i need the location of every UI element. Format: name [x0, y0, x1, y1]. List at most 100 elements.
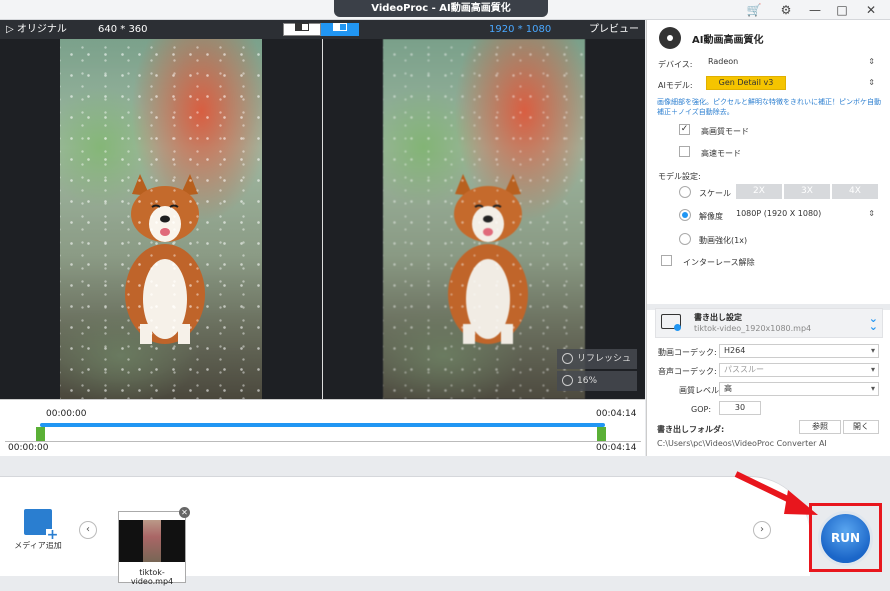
video-codec-select[interactable]: H264 ▾: [719, 344, 879, 358]
resolution-label: 解像度: [699, 212, 723, 221]
chevron-down-icon: ▾: [870, 384, 875, 393]
single-view-icon: [295, 23, 309, 31]
video-preview: リフレッシュ 16%: [0, 39, 645, 399]
deinterlace-label: インターレース解除: [683, 258, 755, 267]
media-list: メディア追加 ‹ ✕ tiktok-video.mp4 ›: [0, 476, 810, 586]
interp-label: 動画強化(1x): [699, 236, 748, 245]
gear-icon[interactable]: ⚙: [773, 0, 799, 20]
output-folder-path: C:\Users\pc\Videos\VideoProc Converter A…: [657, 439, 827, 448]
video-codec-label: 動画コーデック:: [658, 348, 717, 357]
maximize-icon[interactable]: □: [829, 0, 855, 20]
model-description: 画像細部を強化。ピクセルと鮮明な特徴をきれいに補正！ピンボケ自動補正＋ノイズ自動…: [657, 98, 881, 116]
zoom-button[interactable]: 16%: [557, 371, 637, 391]
close-icon[interactable]: ✕: [858, 0, 884, 20]
chevron-updown-icon: ⇕: [868, 57, 875, 66]
output-resolution: 1920 * 1080: [489, 24, 552, 35]
window-title: VideoProc - AI動画高画質化: [334, 0, 548, 17]
title-bar: VideoProc - AI動画高画質化 🛒 ⚙ — □ ✕: [0, 0, 890, 20]
preview-header: ▷ オリジナル 640 * 360 1920 * 1080 プレビュー ◁: [0, 20, 645, 54]
interp-radio[interactable]: [679, 233, 691, 245]
trim-start-time: 00:00:00: [46, 409, 87, 419]
device-value: Radeon: [708, 57, 739, 66]
trim-end-handle[interactable]: [597, 427, 606, 441]
hq-mode-checkbox[interactable]: ✓: [679, 124, 690, 135]
ai-model-select[interactable]: Gen Detail v3: [706, 76, 786, 90]
trim-end-time: 00:04:14: [596, 409, 637, 419]
ai-model-dropdown[interactable]: ⇕: [863, 76, 879, 90]
run-button[interactable]: RUN: [818, 511, 873, 566]
resolution-select[interactable]: 1080P (1920 X 1080) ⇕: [731, 207, 879, 221]
chevron-down-icon: ▾: [870, 365, 875, 374]
audio-codec-value: パススルー: [724, 365, 764, 374]
zoom-label: 16%: [577, 376, 598, 386]
ai-model-label: AIモデル:: [658, 81, 693, 90]
run-highlight-box: RUN: [809, 503, 882, 572]
enhanced-frame: [383, 39, 585, 399]
scale-radio[interactable]: [679, 186, 691, 198]
original-resolution: 640 * 360: [98, 24, 148, 35]
export-settings-header[interactable]: 書き出し設定 tiktok-video_1920x1080.mp4 ⌄ ⌄: [655, 308, 883, 338]
scale-4x-button[interactable]: 4X: [832, 184, 878, 199]
open-folder-button[interactable]: 開く: [843, 420, 879, 434]
quality-value: 高: [724, 384, 732, 393]
timeline-ruler: [5, 441, 641, 442]
gop-input[interactable]: 30: [719, 401, 761, 415]
remove-media-icon[interactable]: ✕: [179, 507, 190, 518]
browse-button[interactable]: 参照: [799, 420, 841, 434]
split-view-button[interactable]: [321, 23, 359, 36]
audio-codec-label: 音声コーデック:: [658, 367, 717, 376]
view-mode-toggle[interactable]: [283, 23, 359, 36]
settings-panel: AI動画高画質化 デバイス: Radeon ⇕ AIモデル: Gen Detai…: [646, 20, 890, 456]
output-folder-label: 書き出しフォルダ:: [657, 425, 725, 434]
media-file-name: tiktok-video.mp4: [130, 568, 174, 586]
timeline-start-time: 00:00:00: [8, 443, 49, 453]
video-codec-value: H264: [724, 346, 746, 355]
add-video-icon: [24, 509, 59, 542]
device-label: デバイス:: [658, 60, 693, 69]
minimize-icon[interactable]: —: [802, 0, 828, 20]
device-select[interactable]: Radeon ⇕: [703, 55, 879, 69]
original-toggle[interactable]: ▷ オリジナル: [6, 20, 67, 39]
compare-divider[interactable]: [322, 39, 323, 399]
split-view-icon: [333, 23, 347, 31]
media-thumbnail[interactable]: ✕ tiktok-video.mp4: [118, 507, 190, 586]
export-title: 書き出し設定: [694, 313, 742, 322]
resolution-radio[interactable]: [679, 209, 691, 221]
timeline-track[interactable]: [40, 423, 605, 427]
quality-label: 画質レベル:: [679, 386, 722, 395]
scale-2x-button[interactable]: 2X: [736, 184, 782, 199]
add-media-button[interactable]: メディア追加: [14, 509, 62, 551]
deinterlace-checkbox[interactable]: [661, 255, 672, 266]
chevron-updown-icon: ⇕: [868, 78, 875, 87]
model-settings-label: モデル設定:: [658, 172, 701, 181]
original-label: オリジナル: [16, 24, 67, 35]
chevron-down-icon: ▾: [870, 346, 875, 355]
monitor-settings-icon: [661, 314, 681, 331]
scale-label: スケール: [699, 189, 731, 198]
refresh-button[interactable]: リフレッシュ: [557, 349, 637, 369]
single-view-button[interactable]: [283, 23, 321, 36]
chevron-updown-icon: ⇕: [868, 209, 875, 218]
audio-codec-select[interactable]: パススルー ▾: [719, 363, 879, 377]
fast-mode-label: 高速モード: [701, 149, 741, 158]
zoom-icon: [562, 375, 573, 386]
preview-label: プレビュー: [589, 24, 639, 35]
gop-label: GOP:: [691, 405, 712, 414]
scroll-right-button[interactable]: ›: [753, 521, 771, 539]
video-thumbnail-image: [119, 520, 185, 562]
resolution-value: 1080P (1920 X 1080): [736, 209, 822, 218]
timeline: 00:00:00 00:04:14 00:00:00 00:04:14: [0, 399, 645, 456]
panel-title: AI動画高画質化: [692, 35, 764, 46]
double-chevron-down-icon[interactable]: ⌄ ⌄: [869, 313, 878, 332]
trim-start-handle[interactable]: [36, 427, 45, 441]
scroll-left-button[interactable]: ‹: [79, 521, 97, 539]
refresh-icon: [562, 353, 573, 364]
cart-icon[interactable]: 🛒: [741, 0, 767, 20]
original-frame: [60, 39, 262, 399]
fast-mode-checkbox[interactable]: [679, 146, 690, 157]
bottom-bar: メディア追加 ‹ ✕ tiktok-video.mp4 › RUN: [0, 456, 890, 591]
refresh-label: リフレッシュ: [577, 354, 632, 364]
scale-3x-button[interactable]: 3X: [784, 184, 830, 199]
quality-select[interactable]: 高 ▾: [719, 382, 879, 396]
film-reel-icon: [659, 27, 681, 49]
